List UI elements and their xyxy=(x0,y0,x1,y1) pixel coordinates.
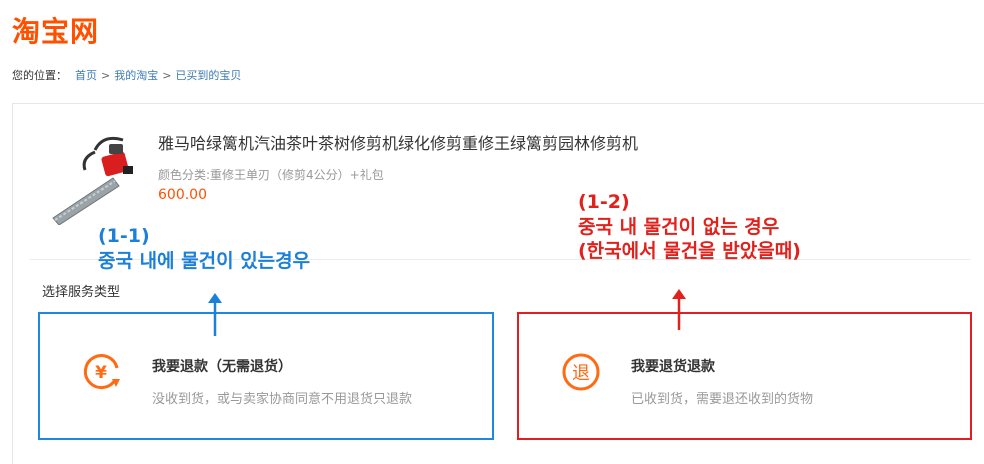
annotation-no-item-in-china: (1-2) 중국 내 물건이 없는 경우 (한국에서 물건을 받았을때) xyxy=(578,190,801,264)
breadcrumb-lead: 您的位置： xyxy=(12,69,67,82)
annotation-blue-line1: (1-1) xyxy=(98,225,150,247)
hedge-trimmer-image[interactable] xyxy=(45,130,137,225)
taobao-logo[interactable]: 淘宝网 xyxy=(12,10,99,50)
refund-only-desc: 没收到货，或与卖家协商同意不用退货只退款 xyxy=(152,392,413,407)
annotation-blue-line2: 중국 내에 물건이 있는경우 xyxy=(98,249,311,272)
breadcrumb-my-taobao-link[interactable]: 我的淘宝 xyxy=(114,69,158,82)
breadcrumb: 您的位置： 首页 > 我的淘宝 > 已买到的宝贝 xyxy=(12,67,241,83)
return-refund-desc: 已收到货，需要退还收到的货物 xyxy=(631,392,814,407)
red-arrow-icon xyxy=(672,289,686,330)
product-spec: 颜色分类:重修王单刃（修剪4公分）+礼包 xyxy=(158,168,384,182)
annotation-red-line1: (1-2) xyxy=(578,191,630,213)
return-icon: 退 xyxy=(562,353,600,391)
breadcrumb-separator: > xyxy=(162,69,172,82)
breadcrumb-purchased-link[interactable]: 已买到的宝贝 xyxy=(175,69,241,82)
return-refund-option[interactable]: 退 我要退货退款 已收到货，需要退还收到的货物 xyxy=(517,312,972,440)
annotation-china-has-item: (1-1) 중국 내에 물건이 있는경우 xyxy=(98,224,310,273)
return-refund-title: 我要退货退款 xyxy=(631,359,715,375)
svg-text:¥: ¥ xyxy=(95,363,107,383)
return-icon-glyph: 退 xyxy=(572,363,590,384)
annotation-red-line3: (한국에서 물건을 받았을때) xyxy=(578,240,801,263)
yen-refund-icon: ¥ xyxy=(83,354,120,390)
breadcrumb-home-link[interactable]: 首页 xyxy=(75,69,97,82)
product-price: 600.00 xyxy=(158,187,207,203)
service-type-label: 选择服务类型 xyxy=(42,285,121,300)
refund-only-option[interactable]: ¥ 我要退款（无需退货） 没收到货，或与卖家协商同意不用退货只退款 xyxy=(38,312,494,440)
annotation-red-line2: 중국 내 물건이 없는 경우 xyxy=(578,215,780,238)
product-title[interactable]: 雅马哈绿篱机汽油茶叶茶树修剪机绿化修剪重修王绿篱剪园林修剪机 xyxy=(158,130,638,154)
blue-arrow-icon xyxy=(208,293,222,336)
refund-only-title: 我要退款（无需退货） xyxy=(152,359,292,375)
breadcrumb-separator: > xyxy=(101,69,111,82)
